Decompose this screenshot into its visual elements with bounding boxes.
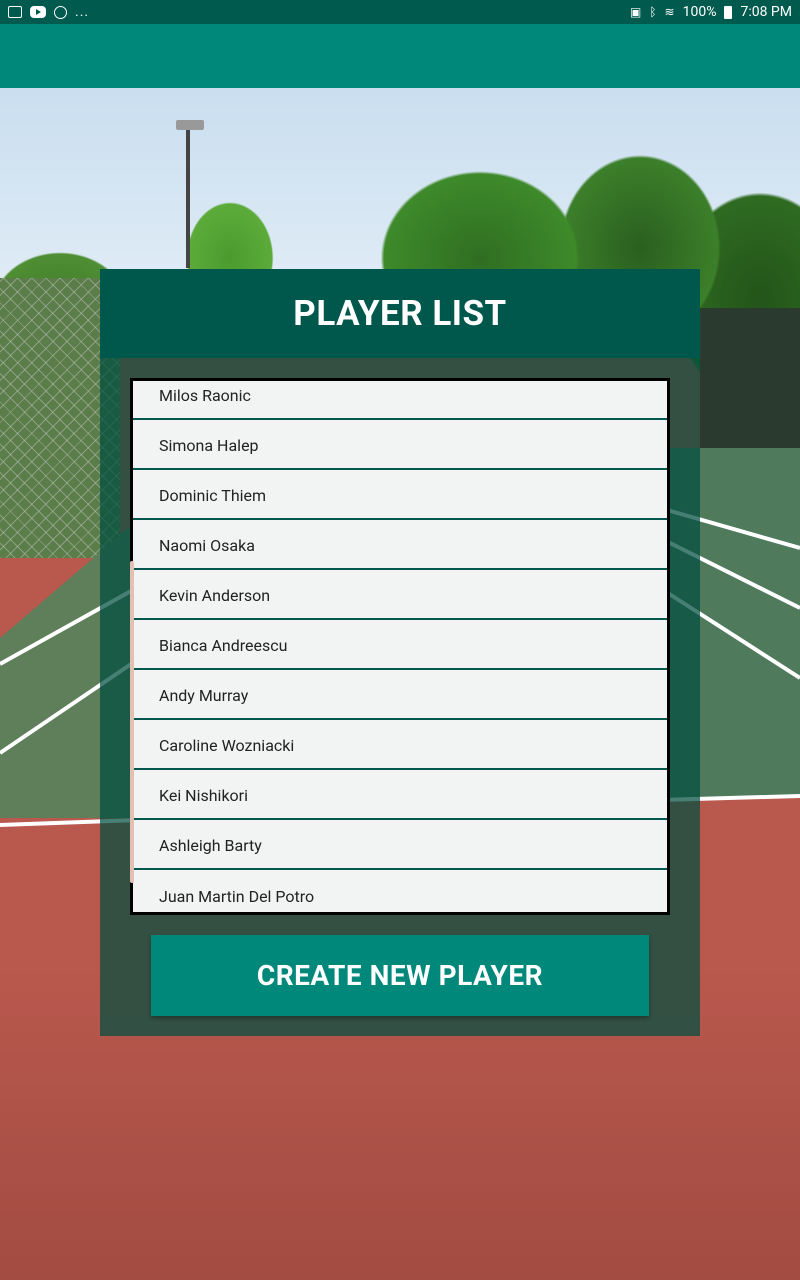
battery-icon bbox=[724, 5, 733, 19]
lock-icon: ▣ bbox=[630, 5, 642, 19]
page-title: PLAYER LIST bbox=[293, 293, 507, 334]
back-fence bbox=[700, 308, 800, 448]
youtube-icon bbox=[30, 6, 46, 18]
list-item-player[interactable]: Andy Murray bbox=[133, 672, 667, 720]
status-system: ▣ ᛒ ≋ 100% 7:08 PM bbox=[630, 4, 792, 20]
list-item-player[interactable]: Simona Halep bbox=[133, 422, 667, 470]
app-bar bbox=[0, 24, 800, 88]
weather-icon bbox=[54, 5, 67, 19]
more-notifications-icon: ... bbox=[75, 4, 90, 20]
player-list[interactable]: Milos Raonic Simona Halep Dominic Thiem … bbox=[130, 378, 670, 915]
list-item-player[interactable]: Ashleigh Barty bbox=[133, 822, 667, 870]
list-item-player[interactable]: Juan Martin Del Potro bbox=[133, 872, 667, 912]
bluetooth-icon: ᛒ bbox=[649, 5, 657, 19]
status-bar: ... ▣ ᛒ ≋ 100% 7:08 PM bbox=[0, 0, 800, 24]
list-item-player[interactable]: Caroline Wozniacki bbox=[133, 722, 667, 770]
card-header: PLAYER LIST bbox=[100, 269, 700, 358]
light-pole-lamp bbox=[176, 120, 204, 130]
list-item-player[interactable]: Kevin Anderson bbox=[133, 572, 667, 620]
clock: 7:08 PM bbox=[740, 4, 792, 20]
list-scrollbar[interactable] bbox=[130, 561, 134, 883]
create-new-player-button[interactable]: CREATE NEW PLAYER bbox=[151, 935, 649, 1016]
light-pole bbox=[186, 128, 190, 268]
list-item-player[interactable]: Naomi Osaka bbox=[133, 522, 667, 570]
wifi-icon: ≋ bbox=[664, 5, 675, 19]
player-list-card: PLAYER LIST Milos Raonic Simona Halep Do… bbox=[100, 269, 700, 1036]
battery-percent: 100% bbox=[682, 4, 717, 20]
list-item-player[interactable]: Dominic Thiem bbox=[133, 472, 667, 520]
list-item-player[interactable]: Kei Nishikori bbox=[133, 772, 667, 820]
list-item-player[interactable]: Milos Raonic bbox=[133, 381, 667, 420]
list-item-player[interactable]: Bianca Andreescu bbox=[133, 622, 667, 670]
status-notifications: ... bbox=[8, 4, 89, 20]
gallery-icon bbox=[8, 6, 22, 18]
